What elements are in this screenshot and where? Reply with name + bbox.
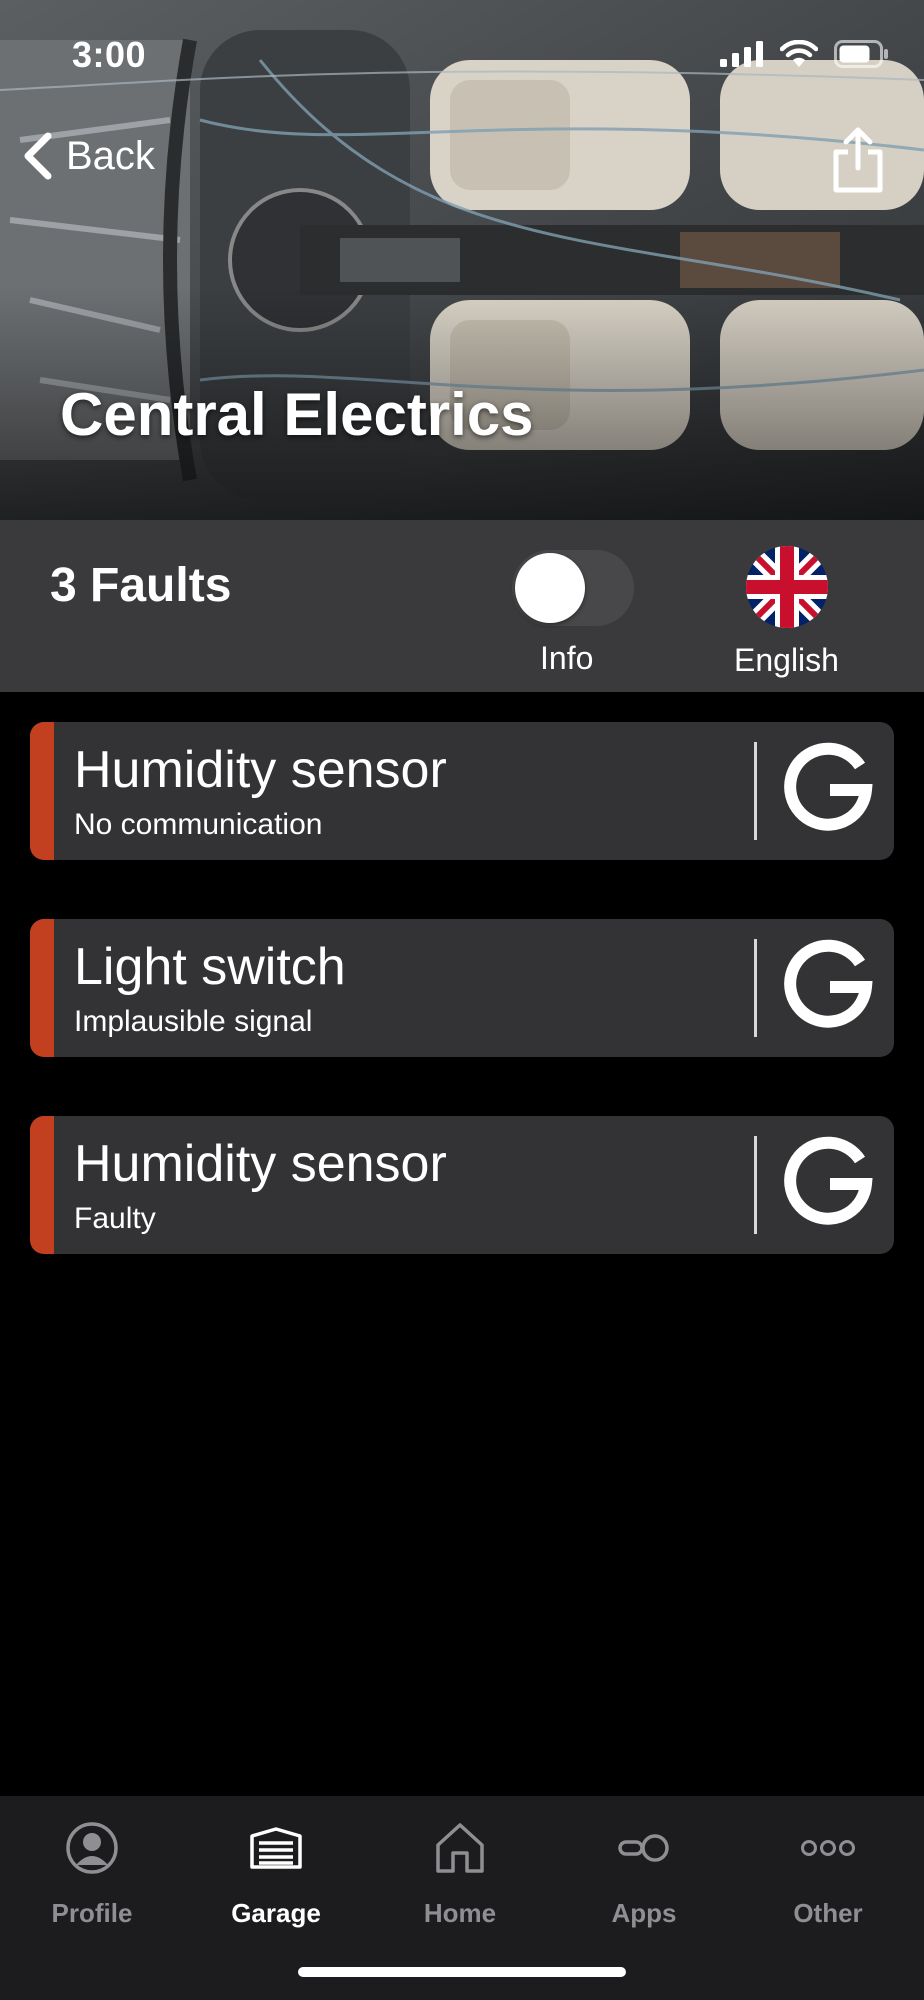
hero-image: 3:00 Back Central Electrics: [0, 0, 924, 520]
garage-icon: [250, 1827, 302, 1869]
status-bar: 3:00: [0, 0, 924, 110]
more-icon: [801, 1840, 855, 1856]
cellular-signal-icon: [720, 41, 763, 67]
status-time: 3:00: [72, 34, 147, 75]
apps-icon: [618, 1834, 669, 1862]
info-toggle[interactable]: [512, 550, 634, 626]
fault-card[interactable]: Humidity sensor Faulty: [30, 1116, 894, 1254]
fault-card[interactable]: Humidity sensor No communication: [30, 722, 894, 860]
fault-description: No communication: [74, 808, 323, 841]
google-search-icon[interactable]: [782, 1134, 874, 1234]
uk-flag-icon[interactable]: [746, 546, 828, 628]
google-search-icon[interactable]: [782, 740, 874, 840]
google-search-icon[interactable]: [782, 937, 874, 1037]
tab-profile[interactable]: Profile: [0, 1816, 184, 1936]
tab-label: Home: [423, 1898, 497, 1928]
chevron-left-icon: [24, 132, 52, 180]
language-label: English: [734, 642, 839, 678]
fault-title: Humidity sensor: [74, 1135, 447, 1193]
divider: [754, 939, 757, 1037]
tab-label: Other: [793, 1898, 863, 1928]
back-button[interactable]: Back: [22, 132, 155, 180]
tab-other[interactable]: Other: [736, 1816, 920, 1936]
profile-icon: [66, 1822, 118, 1874]
fault-description: Faulty: [74, 1202, 156, 1235]
share-icon[interactable]: [828, 126, 888, 194]
fault-list: Humidity sensor No communication Light s…: [30, 722, 894, 1313]
home-indicator: [298, 1967, 626, 1977]
page-title: Central Electrics: [60, 381, 534, 448]
divider: [754, 1136, 757, 1234]
fault-count: 3 Faults: [50, 559, 232, 612]
severity-indicator: [30, 1116, 54, 1254]
fault-summary-bar: 3 Faults Info English: [0, 520, 924, 692]
battery-icon: [834, 40, 888, 68]
tab-label: Apps: [611, 1898, 677, 1928]
fault-title: Light switch: [74, 938, 346, 996]
severity-indicator: [30, 722, 54, 860]
home-icon: [436, 1823, 484, 1873]
fault-card[interactable]: Light switch Implausible signal: [30, 919, 894, 1057]
tab-garage[interactable]: Garage: [184, 1816, 368, 1936]
tab-apps[interactable]: Apps: [552, 1816, 736, 1936]
wifi-icon: [780, 40, 818, 67]
divider: [754, 742, 757, 840]
severity-indicator: [30, 919, 54, 1057]
fault-title: Humidity sensor: [74, 741, 447, 799]
fault-description: Implausible signal: [74, 1005, 313, 1038]
back-label: Back: [66, 133, 155, 178]
info-toggle-label: Info: [540, 640, 594, 676]
tab-label: Profile: [51, 1898, 133, 1928]
status-icons: [720, 40, 890, 68]
tab-label: Garage: [231, 1898, 321, 1928]
toggle-knob: [515, 553, 585, 623]
tab-home[interactable]: Home: [368, 1816, 552, 1936]
